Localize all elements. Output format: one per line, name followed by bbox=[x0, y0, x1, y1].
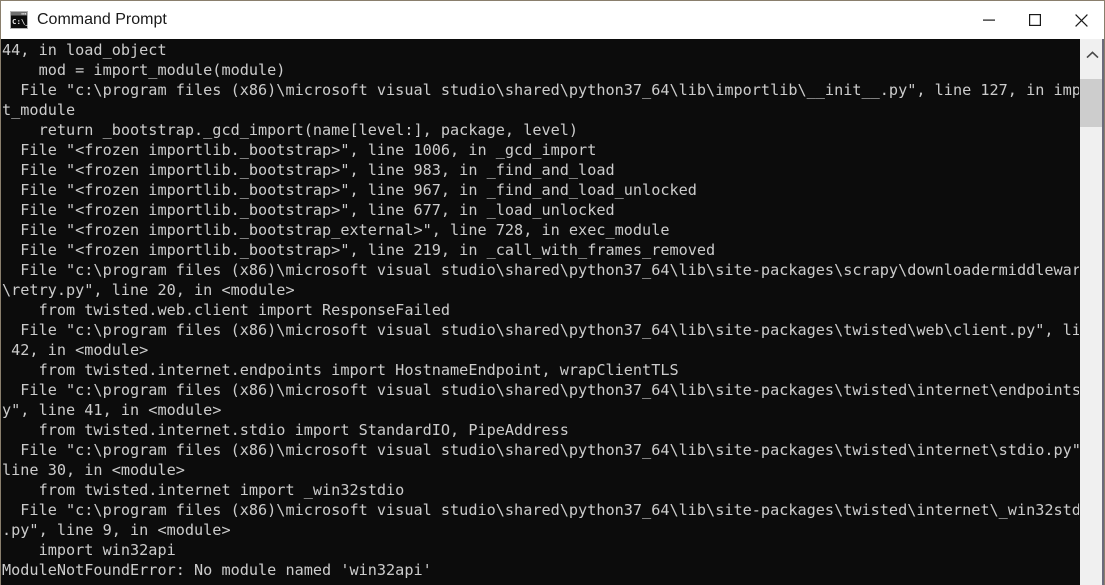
maximize-icon bbox=[1029, 14, 1041, 26]
window-title: Command Prompt bbox=[37, 11, 167, 28]
minimize-button[interactable] bbox=[966, 1, 1012, 39]
svg-text:C:\_: C:\_ bbox=[12, 17, 28, 26]
scroll-down-button[interactable] bbox=[1080, 572, 1104, 585]
command-prompt-icon: C:\_ bbox=[10, 11, 28, 29]
title-bar[interactable]: C:\_ Command Prompt bbox=[1, 1, 1104, 39]
console-output-area[interactable]: 44, in load_object mod = import_module(m… bbox=[1, 39, 1080, 585]
scroll-up-button[interactable] bbox=[1080, 39, 1104, 71]
console-text: 44, in load_object mod = import_module(m… bbox=[2, 41, 1080, 579]
console-scrollbar[interactable] bbox=[1079, 39, 1104, 585]
chevron-up-icon bbox=[1085, 51, 1099, 59]
scroll-thumb[interactable] bbox=[1080, 79, 1104, 127]
close-button[interactable] bbox=[1058, 1, 1104, 39]
close-icon bbox=[1074, 13, 1088, 27]
command-prompt-window: C:\_ Command Prompt 44, in load_object m… bbox=[0, 0, 1105, 585]
maximize-button[interactable] bbox=[1012, 1, 1058, 39]
minimize-icon bbox=[983, 19, 995, 21]
scrollbar-right-edge bbox=[1102, 39, 1104, 585]
